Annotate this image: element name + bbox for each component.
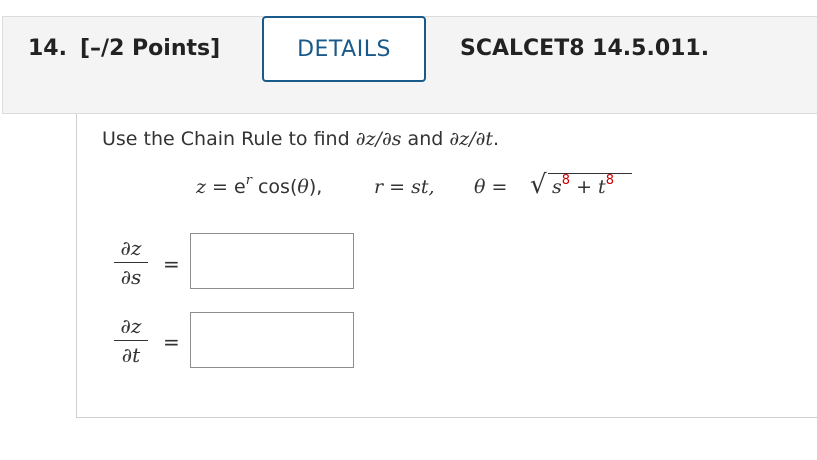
- fraction-dzds: ∂z ∂s: [114, 236, 148, 289]
- equation-theta: θ =: [474, 176, 508, 198]
- sqrt-icon: √: [530, 170, 547, 200]
- question-body: [76, 114, 817, 418]
- fraction-numerator: ∂z: [120, 236, 142, 260]
- equation-r: r = st,: [374, 176, 435, 198]
- t-exponent: 8: [605, 173, 614, 188]
- fraction-bar: [114, 340, 148, 341]
- fraction-numerator: ∂z: [120, 314, 142, 338]
- instruction-math-dzdt: ∂z/∂t: [449, 128, 494, 150]
- equals-sign: =: [163, 252, 180, 276]
- problem-code: SCALCET8 14.5.011.: [460, 36, 710, 61]
- question-number: 14.: [28, 36, 67, 61]
- equals-sign: =: [163, 330, 180, 354]
- instruction-math-dzds: ∂z/∂s: [355, 128, 402, 150]
- fraction-dzdt: ∂z ∂t: [114, 314, 148, 367]
- fraction-bar: [114, 262, 148, 263]
- instruction-and: and: [401, 128, 450, 150]
- answer-input-dzds[interactable]: [190, 233, 354, 289]
- instruction-prefix: Use the Chain Rule to find: [102, 128, 356, 150]
- fraction-denominator: ∂s: [120, 265, 142, 289]
- sqrt-radicand: s8 + t8: [552, 173, 614, 198]
- sqrt-vinculum: [548, 173, 632, 174]
- s-exponent: 8: [561, 173, 571, 188]
- details-button[interactable]: DETAILS: [262, 16, 426, 82]
- instruction-suffix: .: [493, 128, 500, 150]
- equation-z: z = er cos(θ),: [196, 173, 323, 198]
- answer-input-dzdt[interactable]: [190, 312, 354, 368]
- question-points: [–/2 Points]: [80, 36, 221, 61]
- problem-instruction: Use the Chain Rule to find ∂z/∂s and ∂z/…: [102, 128, 499, 150]
- fraction-denominator: ∂t: [121, 343, 141, 367]
